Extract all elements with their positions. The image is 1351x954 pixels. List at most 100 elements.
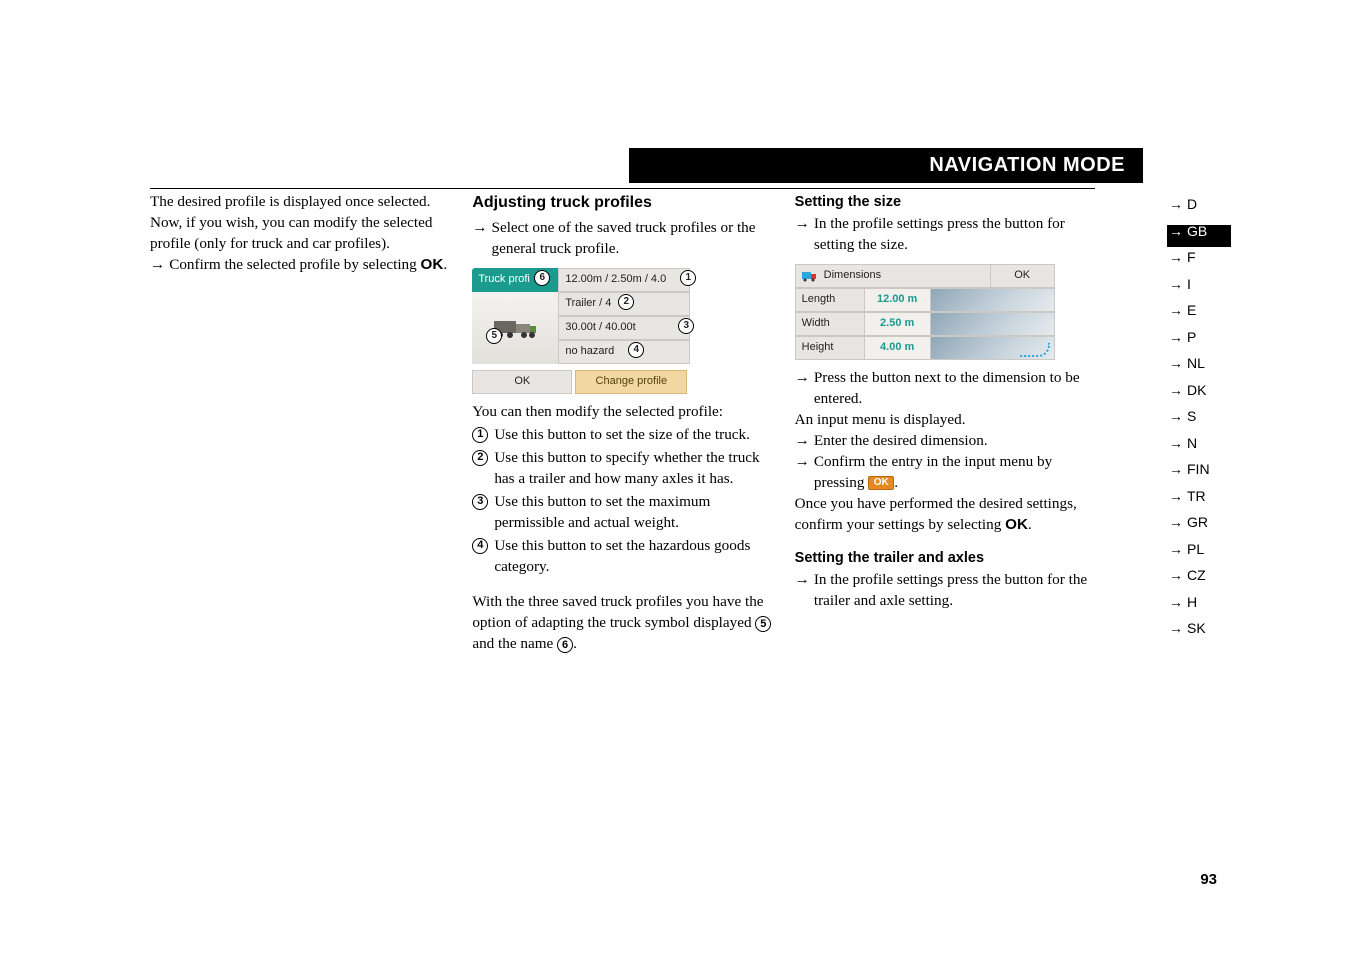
t: With the three saved truck profiles you …	[472, 593, 763, 631]
dim-row-label: Length	[795, 288, 865, 312]
page-header: NAVIGATION MODE →→→	[629, 148, 1231, 183]
t: I	[1187, 276, 1191, 292]
sidebar-item: →PL	[1169, 541, 1227, 557]
t: Confirm the entry in the input menu by p…	[814, 453, 1052, 491]
col3-step-2-text: Press the button next to the dimension t…	[814, 368, 1095, 410]
header-rule	[150, 188, 1095, 189]
arrow-icon: →	[795, 431, 810, 452]
col2-modify-intro: You can then modify the selected profile…	[472, 402, 772, 423]
col3-step-1-text: In the profile settings press the button…	[814, 214, 1095, 256]
dim-row-value: 12.00 m	[865, 288, 931, 312]
sidebar-item: →GR	[1169, 514, 1227, 530]
arrow-icon: →	[795, 570, 810, 612]
arrow-icon: →	[795, 452, 810, 494]
t: P	[1187, 329, 1196, 345]
t: FIN	[1187, 461, 1210, 477]
t: H	[1187, 594, 1197, 610]
arrow-icon: →	[1169, 541, 1183, 557]
sidebar-item: →I	[1169, 276, 1227, 292]
profile-weight-cell: 30.00t / 40.00t	[558, 316, 690, 340]
t: DK	[1187, 382, 1206, 398]
col1-p1: The desired profile is displayed once se…	[150, 192, 450, 213]
col3-step-2: → Press the button next to the dimension…	[795, 368, 1095, 410]
arrow-icon: →	[1169, 249, 1183, 265]
col2-item-1-text: Use this button to set the size of the t…	[494, 425, 750, 446]
col2-item-4: 4 Use this button to set the hazardous g…	[472, 536, 772, 578]
col2-item-3-text: Use this button to set the maximum permi…	[494, 492, 772, 534]
dim-row-label: Width	[795, 312, 865, 336]
dim-row-image	[931, 312, 1055, 336]
ok-word: OK	[1005, 516, 1028, 533]
arrow-icon: →	[1169, 620, 1183, 636]
num-1-icon: 1	[472, 427, 488, 443]
col3-step-3: → Enter the desired dimension.	[795, 431, 1095, 452]
num-6-icon: 6	[557, 637, 573, 653]
col3-heading-trailer: Setting the trailer and axles	[795, 548, 1095, 568]
t: Confirm the selected profile by selectin…	[169, 256, 420, 273]
sidebar-item: →N	[1169, 435, 1227, 451]
t: D	[1187, 196, 1197, 212]
t: F	[1187, 249, 1196, 265]
col3-step-3-text: Enter the desired dimension.	[814, 431, 1095, 452]
sidebar-item: →P	[1169, 329, 1227, 345]
num-4-icon: 4	[472, 538, 488, 554]
arrow-icon: →	[1169, 567, 1183, 583]
sidebar-item: →D	[1169, 196, 1227, 212]
dim-row-image	[931, 336, 1055, 360]
col2-heading: Adjusting truck profiles	[472, 192, 772, 214]
col3-step-5-text: In the profile settings press the button…	[814, 570, 1095, 612]
arrow-icon: →	[1169, 223, 1183, 239]
col3-step-1: → In the profile settings press the butt…	[795, 214, 1095, 256]
column-2: Adjusting truck profiles → Select one of…	[472, 192, 772, 655]
t: Dimensions	[824, 268, 881, 283]
col1-step-confirm: → Confirm the selected profile by select…	[150, 255, 450, 276]
arrow-icon: →	[1169, 276, 1183, 292]
col2-item-1: 1 Use this button to set the size of the…	[472, 425, 772, 446]
header-title: NAVIGATION MODE	[629, 148, 1143, 183]
col1-step-confirm-text: Confirm the selected profile by selectin…	[169, 255, 450, 276]
arrow-icon: →	[1169, 488, 1183, 504]
col3-step-4: → Confirm the entry in the input menu by…	[795, 452, 1095, 494]
arrow-icon: →	[472, 218, 487, 260]
arrow-icon: →	[1169, 302, 1183, 318]
col2-step-select-text: Select one of the saved truck profiles o…	[492, 218, 773, 260]
t: PL	[1187, 541, 1204, 557]
dim-ok-button: OK	[991, 264, 1055, 288]
col3-heading-size: Setting the size	[795, 192, 1095, 212]
column-3: Setting the size → In the profile settin…	[795, 192, 1095, 655]
profile-dimensions-cell: 12.00m / 2.50m / 4.0	[558, 268, 690, 292]
t: .	[894, 474, 898, 491]
arrow-icon: →	[1169, 594, 1183, 610]
arrow-icon: →	[1169, 435, 1183, 451]
t: GR	[1187, 514, 1208, 530]
col3-once-paragraph: Once you have performed the desired sett…	[795, 494, 1095, 536]
sidebar-item-active: →GB	[1169, 223, 1227, 239]
arrow-icon: →	[795, 214, 810, 256]
sidebar-item: →FIN	[1169, 461, 1227, 477]
sidebar-item: →DK	[1169, 382, 1227, 398]
arrow-icon: →	[150, 255, 165, 276]
t: .	[573, 635, 577, 652]
sidebar-item: →S	[1169, 408, 1227, 424]
col2-option-paragraph: With the three saved truck profiles you …	[472, 592, 772, 655]
callout-3: 3	[678, 318, 694, 334]
sidebar-item: →F	[1169, 249, 1227, 265]
t: E	[1187, 302, 1196, 318]
screenshot-truck-profile: Truck profi 12.00m / 2.50m / 4.0	[472, 268, 690, 394]
sidebar-item: →E	[1169, 302, 1227, 318]
country-sidebar: →D →GB →F →I →E →P →NL →DK →S →N →FIN →T…	[1169, 196, 1227, 636]
num-5-icon: 5	[755, 616, 771, 632]
col2-item-4-text: Use this button to set the hazardous goo…	[494, 536, 772, 578]
dim-row-image	[931, 288, 1055, 312]
arrow-icon: →	[795, 368, 810, 410]
profile-hazard-cell: no hazard	[558, 340, 690, 364]
sidebar-item: →SK	[1169, 620, 1227, 636]
arrow-icon: →	[1169, 382, 1183, 398]
arrow-icon: →	[1169, 514, 1183, 530]
t: N	[1187, 435, 1197, 451]
t: .	[443, 256, 447, 273]
t: CZ	[1187, 567, 1206, 583]
num-3-icon: 3	[472, 494, 488, 510]
dim-row-value: 4.00 m	[865, 336, 931, 360]
dim-title: Dimensions	[795, 264, 991, 288]
